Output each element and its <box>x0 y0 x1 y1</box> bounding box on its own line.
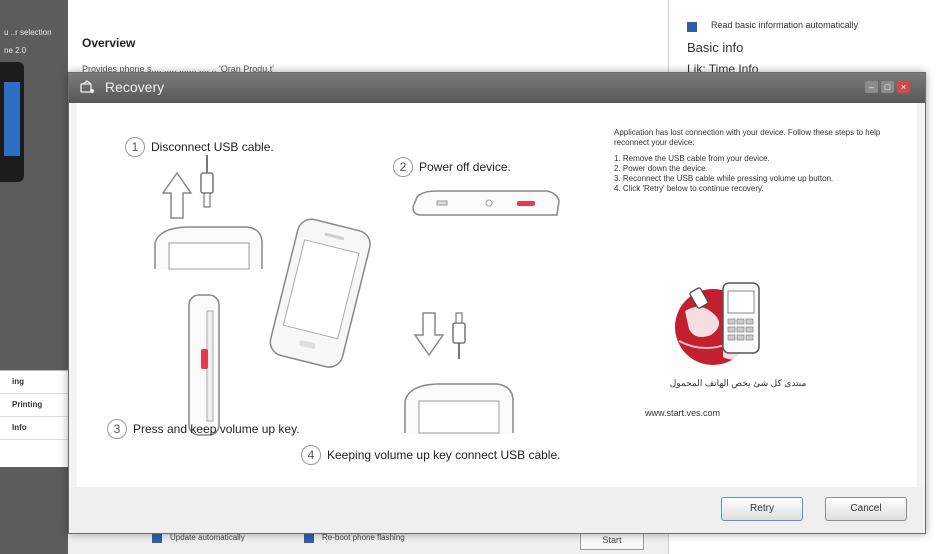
reboot-checkbox[interactable] <box>304 533 314 543</box>
dialog-footer: Retry Cancel <box>69 487 925 533</box>
maximize-icon[interactable]: □ <box>881 81 894 93</box>
reboot-label: Re-boot phone flashing <box>322 533 405 542</box>
step-number: 3 <box>107 419 127 439</box>
step-3-label: 3 Press and keep volume up key. <box>107 419 300 439</box>
step-2-label: 2 Power off device. <box>393 157 511 177</box>
forum-logo-text: منتدى كل شئ يخص الهاتف المحمول <box>669 378 807 388</box>
update-label: Update automatically <box>170 533 245 542</box>
instruction-line: 4. Click 'Retry' below to continue recov… <box>614 184 764 193</box>
dialog-title: Recovery <box>105 79 165 95</box>
bg-list-item[interactable]: Printing <box>0 394 68 417</box>
close-icon[interactable]: × <box>897 81 910 93</box>
read-info-checkbox[interactable] <box>687 22 697 32</box>
step-text: Disconnect USB cable. <box>151 140 274 154</box>
recovery-instructions: Application has lost connection with you… <box>614 128 914 194</box>
bg-sidebar: u ..r selection ne 2.0 ing Printing Info <box>0 0 68 554</box>
retry-button[interactable]: Retry <box>721 497 803 521</box>
step-number: 4 <box>301 445 321 465</box>
cancel-button[interactable]: Cancel <box>825 497 907 521</box>
bg-list-item[interactable]: Info <box>0 417 68 440</box>
recovery-dialog: Recovery – □ × 1 Disconnect USB cable. 2… <box>68 72 926 534</box>
minimize-icon[interactable]: – <box>865 81 878 93</box>
forum-logo-icon <box>675 282 760 365</box>
step-4-label: 4 Keeping volume up key connect USB cable… <box>301 445 560 465</box>
step-text: Keeping volume up key connect USB cable. <box>327 448 561 462</box>
bg-sidebar-item[interactable]: ne 2.0 <box>4 46 26 55</box>
bg-overview-title: Overview <box>82 36 136 50</box>
bg-sidebar-list: ing Printing Info <box>0 370 68 467</box>
bg-list-item[interactable]: ing <box>0 371 68 394</box>
step-number: 1 <box>125 137 145 157</box>
update-checkbox[interactable] <box>152 533 162 543</box>
step-number: 2 <box>393 157 413 177</box>
basic-info-heading: Basic info <box>687 40 744 55</box>
recovery-icon <box>79 80 95 97</box>
step-text: Power off device. <box>419 160 511 174</box>
phone-thumbnail <box>0 62 24 182</box>
instructions-intro: Application has lost connection with you… <box>614 128 881 147</box>
read-info-label: Read basic information automatically <box>711 20 859 30</box>
step-1-label: 1 Disconnect USB cable. <box>125 137 274 157</box>
instruction-line: 3. Reconnect the USB cable while pressin… <box>614 174 834 183</box>
forum-site-url: www.start.ves.com <box>645 408 721 418</box>
instruction-line: 1. Remove the USB cable from your device… <box>614 154 770 163</box>
step-text: Press and keep volume up key. <box>133 422 300 436</box>
dialog-titlebar[interactable]: Recovery – □ × <box>69 73 925 103</box>
dialog-content: 1 Disconnect USB cable. 2 Power off device… <box>77 103 917 487</box>
bg-sidebar-item[interactable]: u ..r selection <box>4 28 52 37</box>
instruction-line: 2. Power down the device. <box>614 164 708 173</box>
